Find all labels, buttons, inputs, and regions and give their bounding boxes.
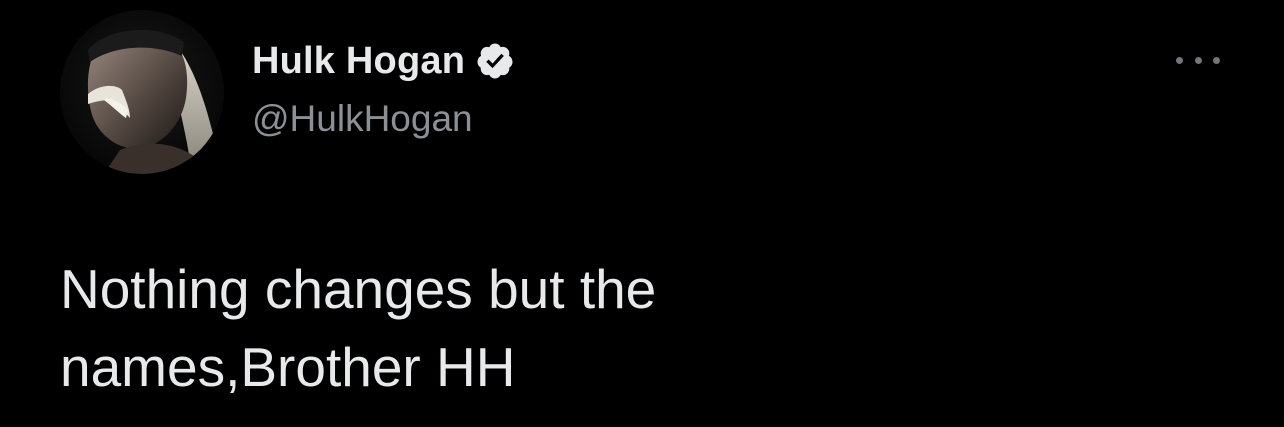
tweet-card: Hulk Hogan @HulkHogan Nothing changes bu… [0,0,1284,427]
tweet-text-line: names,Brother HH [60,336,516,398]
verified-badge-icon [475,41,515,81]
author-name-row: Hulk Hogan [252,38,515,84]
ellipsis-icon [1194,56,1202,64]
ellipsis-icon [1176,56,1183,64]
ellipsis-icon [1213,56,1220,64]
author-display-name[interactable]: Hulk Hogan [252,40,465,83]
tweet-text-line: Nothing changes but the [60,258,657,320]
more-options-button[interactable] [1176,48,1220,72]
author-handle[interactable]: @HulkHogan [252,98,473,140]
avatar[interactable] [60,10,224,174]
profile-photo-icon [60,10,224,174]
tweet-text: Nothing changes but the names,Brother HH [60,250,1210,406]
